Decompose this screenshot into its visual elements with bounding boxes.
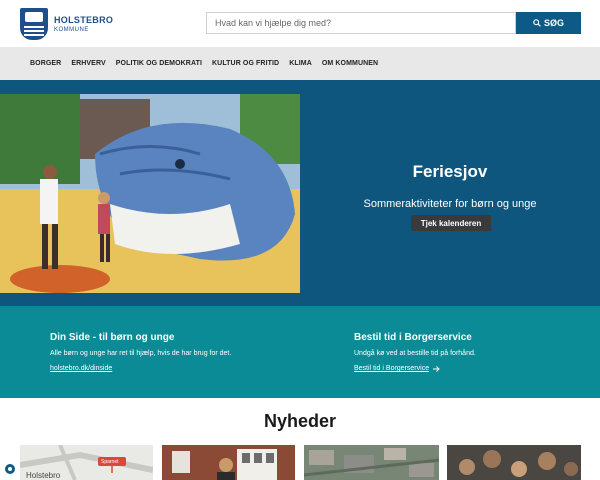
card-title: Din Side - til børn og unge (50, 332, 175, 343)
search-button-label: SØG (543, 18, 564, 28)
card-link-label: Bestil tid i Borgerservice (354, 365, 430, 372)
card-link[interactable]: Bestil tid i Borgerservice (354, 365, 440, 372)
main-nav: BORGER ERHVERV POLITIK OG DEMOKRATI KULT… (0, 47, 600, 80)
search-icon (533, 19, 541, 27)
crest-icon (20, 8, 48, 40)
site-header: HOLSTEBRO KOMMUNE Hvad kan vi hjælpe dig… (0, 0, 600, 47)
card-title: Bestil tid i Borgerservice (354, 332, 472, 343)
card-text: Undgå kø ved at bestille tid på forhånd. (354, 350, 476, 357)
calendar-button[interactable]: Tjek kalenderen (411, 215, 491, 231)
hero-title: Feriesjov (412, 162, 488, 181)
news-thumb-building[interactable] (162, 445, 295, 480)
news-heading: Nyheder (263, 411, 337, 431)
search-input[interactable]: Hvad kan vi hjælpe dig med? (206, 12, 516, 34)
hero-image (0, 94, 300, 293)
arrow-right-icon (433, 365, 440, 372)
card-text: Alle børn og unge har ret til hjælp, hvi… (50, 350, 232, 357)
news-thumb-people[interactable] (447, 445, 581, 480)
search-button[interactable]: SØG (516, 12, 581, 34)
news-thumbnails: Sparnet Holstebro (0, 445, 600, 480)
accessibility-icon[interactable] (4, 463, 16, 475)
hero-banner: Feriesjov Sommeraktiviteter for børn og … (0, 80, 600, 306)
card-din-side: Din Side - til børn og unge Alle børn og… (50, 332, 231, 375)
map-city-label: Holstebro (26, 471, 61, 480)
nav-item-borger[interactable]: BORGER (30, 60, 61, 67)
logo-name: HOLSTEBRO (54, 14, 114, 25)
logo-text: HOLSTEBRO KOMMUNE (54, 14, 114, 33)
nav-item-erhverv[interactable]: ERHVERV (71, 60, 105, 67)
card-link[interactable]: holstebro.dk/dinside (50, 365, 112, 372)
nav-item-politik[interactable]: POLITIK OG DEMOKRATI (116, 60, 202, 67)
logo[interactable]: HOLSTEBRO KOMMUNE (20, 8, 113, 40)
logo-sub: KOMMUNE (54, 26, 89, 33)
info-band: Din Side - til børn og unge Alle børn og… (0, 306, 600, 398)
news-thumb-map[interactable]: Sparnet Holstebro (20, 445, 153, 480)
map-tag-label: Sparnet (101, 459, 119, 465)
card-borgerservice: Bestil tid i Borgerservice Undgå kø ved … (354, 332, 476, 375)
nav-item-kultur[interactable]: KULTUR OG FRITID (212, 60, 279, 67)
hero-subtitle: Sommeraktiviteter for børn og unge (363, 198, 537, 210)
nav-item-om-kommunen[interactable]: OM KOMMUNEN (322, 60, 378, 67)
nav-item-klima[interactable]: KLIMA (289, 60, 312, 67)
card-link-label: holstebro.dk/dinside (50, 365, 113, 372)
news-thumb-aerial[interactable] (304, 445, 439, 480)
